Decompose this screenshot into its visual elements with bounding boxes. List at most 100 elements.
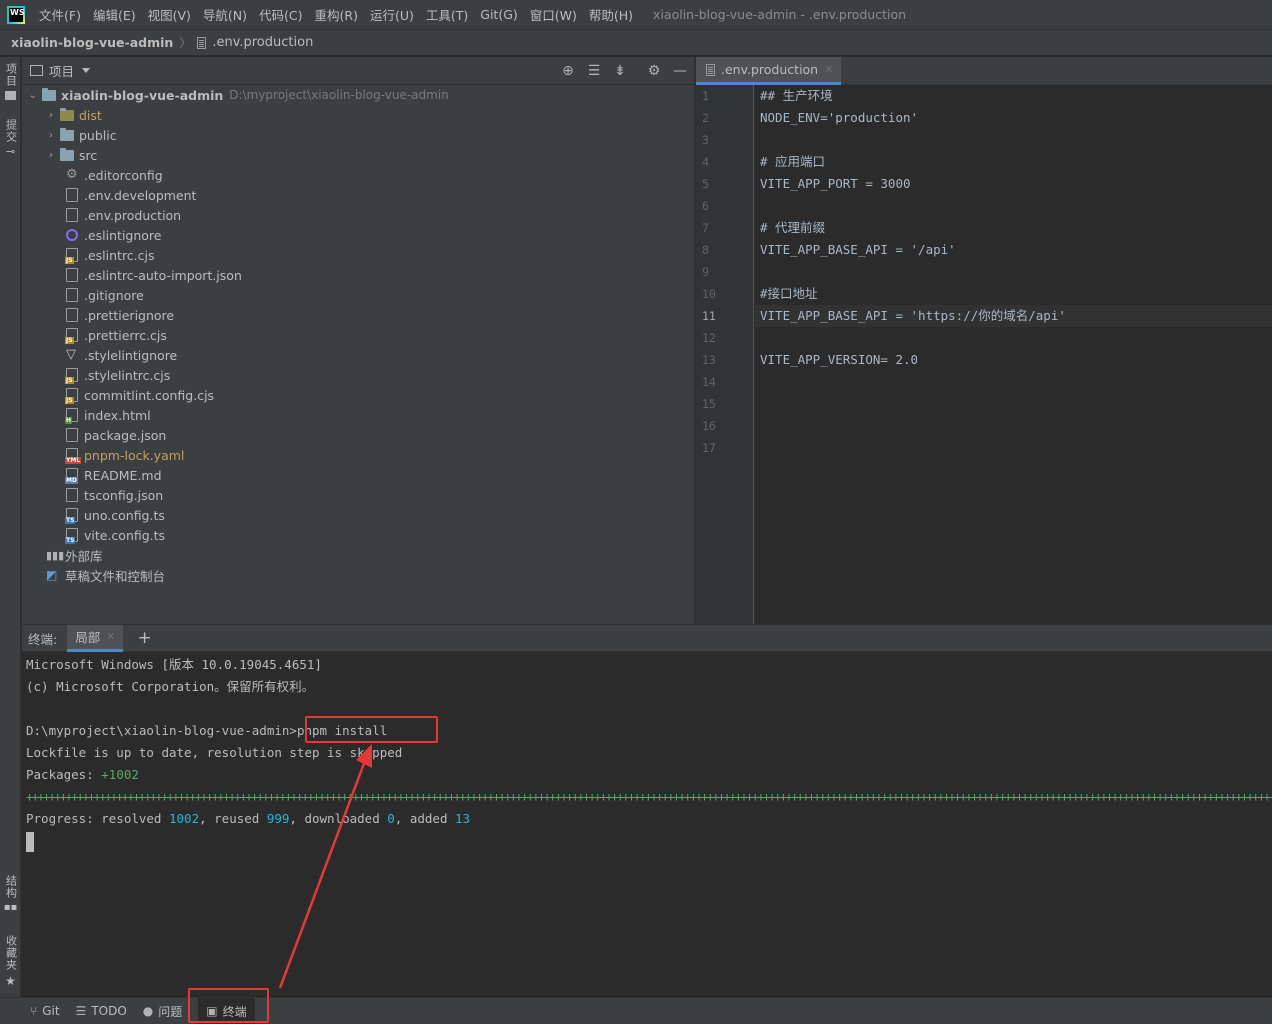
tree-file[interactable]: JS .stylelintrc.cjs	[22, 365, 694, 385]
expand-all-icon[interactable]: ☰	[586, 63, 602, 79]
folder-icon	[60, 147, 74, 161]
menu-code[interactable]: 代码(C)	[253, 5, 308, 24]
menu-git[interactable]: Git(G)	[474, 7, 524, 22]
project-panel-title[interactable]: 项目	[49, 61, 74, 80]
close-icon[interactable]: ✕	[824, 63, 833, 76]
breadcrumb-project[interactable]: xiaolin-blog-vue-admin	[11, 35, 173, 50]
todo-tool-button[interactable]: ☰ TODO	[76, 1004, 127, 1018]
chevron-down-icon[interactable]	[82, 68, 91, 73]
tree-file[interactable]: JS commitlint.config.cjs	[22, 385, 694, 405]
problems-tool-button[interactable]: ● 问题	[143, 1003, 183, 1020]
structure-icon: ▪▪	[3, 902, 18, 913]
code-area[interactable]: ## 生产环境 NODE_ENV='production' # 应用端口 VITE_A…	[755, 85, 1272, 459]
tree-file[interactable]: ▽ .stylelintignore	[22, 345, 694, 365]
tree-file[interactable]: package.json	[22, 425, 694, 445]
menu-help[interactable]: 帮助(H)	[583, 5, 639, 24]
terminal-line: D:\myproject\xiaolin-blog-vue-admin>pnpm…	[26, 720, 1272, 742]
line-number: 8	[702, 243, 709, 257]
structure-tool-tab[interactable]: 结构 ▪▪	[2, 875, 19, 913]
locate-file-icon[interactable]: ⊕	[560, 63, 576, 79]
project-tool-tab-label: 项目	[4, 63, 18, 87]
breadcrumb-file[interactable]: .env.production	[212, 35, 313, 50]
chevron-right-icon[interactable]: ›	[46, 150, 56, 161]
tree-file[interactable]: .eslintrc-auto-import.json	[22, 265, 694, 285]
gear-icon: ⚙	[66, 167, 78, 182]
file-name: .stylelintrc.cjs	[84, 367, 171, 383]
tree-file[interactable]: .prettierignore	[22, 305, 694, 325]
chevron-right-icon[interactable]: ›	[46, 110, 56, 121]
terminal-tab-bar: 终端: 局部 ✕ +	[22, 624, 1272, 652]
line-number: 11	[702, 309, 716, 323]
gear-icon[interactable]: ⚙	[646, 63, 662, 79]
packages-value: +1002	[101, 767, 139, 782]
list-icon: ☰	[75, 1004, 87, 1018]
info-icon: ●	[142, 1004, 154, 1018]
terminal-prompt: D:\myproject\xiaolin-blog-vue-admin>	[26, 723, 297, 738]
git-tool-button[interactable]: ⑂ Git	[30, 1004, 60, 1018]
editor-panel: .env.production ✕ 1 2 3 4 5 6 7 8 9 10 11 12 13 14 15 1…	[695, 57, 1272, 624]
menu-window[interactable]: 窗口(W)	[524, 5, 583, 24]
progress-added: 13	[455, 811, 471, 826]
packages-label: Packages:	[26, 767, 102, 782]
chevron-down-icon[interactable]: ⌄	[28, 90, 38, 101]
ts-file-icon: TS	[65, 508, 78, 524]
file-name: .prettierignore	[84, 307, 175, 323]
project-tool-tab[interactable]: 项目	[2, 63, 19, 100]
folder-icon	[42, 87, 56, 101]
tree-folder-dist[interactable]: › dist	[22, 105, 694, 125]
code-line: ## 生产环境	[760, 88, 833, 103]
menu-navigate[interactable]: 导航(N)	[197, 5, 253, 24]
menu-file[interactable]: 文件(F)	[33, 5, 87, 24]
favorites-tool-tab[interactable]: 收藏夹 ★	[2, 935, 19, 988]
tree-file[interactable]: .gitignore	[22, 285, 694, 305]
tree-root[interactable]: ⌄ xiaolin-blog-vue-admin D:\myproject\xi…	[22, 85, 694, 105]
close-icon[interactable]: ✕	[106, 630, 115, 643]
menu-refactor[interactable]: 重构(R)	[309, 5, 364, 24]
terminal-line: Microsoft Windows [版本 10.0.19045.4651]	[26, 657, 322, 672]
file-name: .editorconfig	[84, 167, 163, 183]
tree-file[interactable]: .env.development	[22, 185, 694, 205]
menu-run[interactable]: 运行(U)	[364, 5, 420, 24]
tree-file[interactable]: tsconfig.json	[22, 485, 694, 505]
tree-file[interactable]: TS uno.config.ts	[22, 505, 694, 525]
menu-view[interactable]: 视图(V)	[142, 5, 197, 24]
line-number: 10	[702, 287, 716, 301]
file-name: .env.production	[84, 207, 182, 223]
collapse-all-icon[interactable]: ⇟	[612, 63, 628, 79]
editor-tab[interactable]: .env.production ✕	[696, 57, 842, 85]
code-line: #接口地址	[760, 286, 818, 301]
terminal-tab-local[interactable]: 局部 ✕	[67, 624, 124, 652]
tree-external-libraries[interactable]: ▮▮▮ 外部库	[22, 545, 694, 565]
tree-file[interactable]: .eslintignore	[22, 225, 694, 245]
git-branch-icon: ⑂	[30, 1004, 38, 1018]
line-number: 6	[702, 199, 709, 213]
tree-file[interactable]: .env.production	[22, 205, 694, 225]
tree-file[interactable]: TS vite.config.ts	[22, 525, 694, 545]
tree-folder-public[interactable]: › public	[22, 125, 694, 145]
terminal-line: Lockfile is up to date, resolution step …	[26, 745, 403, 760]
terminal-output[interactable]: Microsoft Windows [版本 10.0.19045.4651] (…	[22, 652, 1272, 852]
tree-folder-src[interactable]: › src	[22, 145, 694, 165]
add-terminal-icon[interactable]: +	[137, 628, 151, 648]
menu-edit[interactable]: 编辑(E)	[87, 5, 142, 24]
tree-file[interactable]: ⚙ .editorconfig	[22, 165, 694, 185]
breadcrumb-separator-icon: 〉	[179, 36, 192, 50]
html-file-icon: H	[65, 408, 78, 424]
menu-tools[interactable]: 工具(T)	[420, 5, 474, 24]
line-number: 1	[702, 89, 709, 103]
left-tool-stripe: 项目 提交 ⊸ 结构 ▪▪ 收藏夹 ★	[0, 57, 21, 997]
webstorm-logo-icon: WS	[7, 5, 25, 24]
terminal-cursor-line	[26, 830, 1272, 852]
tree-file[interactable]: JS .prettierrc.cjs	[22, 325, 694, 345]
tree-scratches[interactable]: ◩ 草稿文件和控制台	[22, 565, 694, 585]
tree-file[interactable]: JS .eslintrc.cjs	[22, 245, 694, 265]
tree-file[interactable]: MD README.md	[22, 465, 694, 485]
commit-tool-tab[interactable]: 提交 ⊸	[2, 119, 19, 158]
tree-file[interactable]: H index.html	[22, 405, 694, 425]
chevron-right-icon[interactable]: ›	[46, 130, 56, 141]
tree-file[interactable]: YML pnpm-lock.yaml	[22, 445, 694, 465]
minimize-icon[interactable]: —	[672, 63, 688, 79]
